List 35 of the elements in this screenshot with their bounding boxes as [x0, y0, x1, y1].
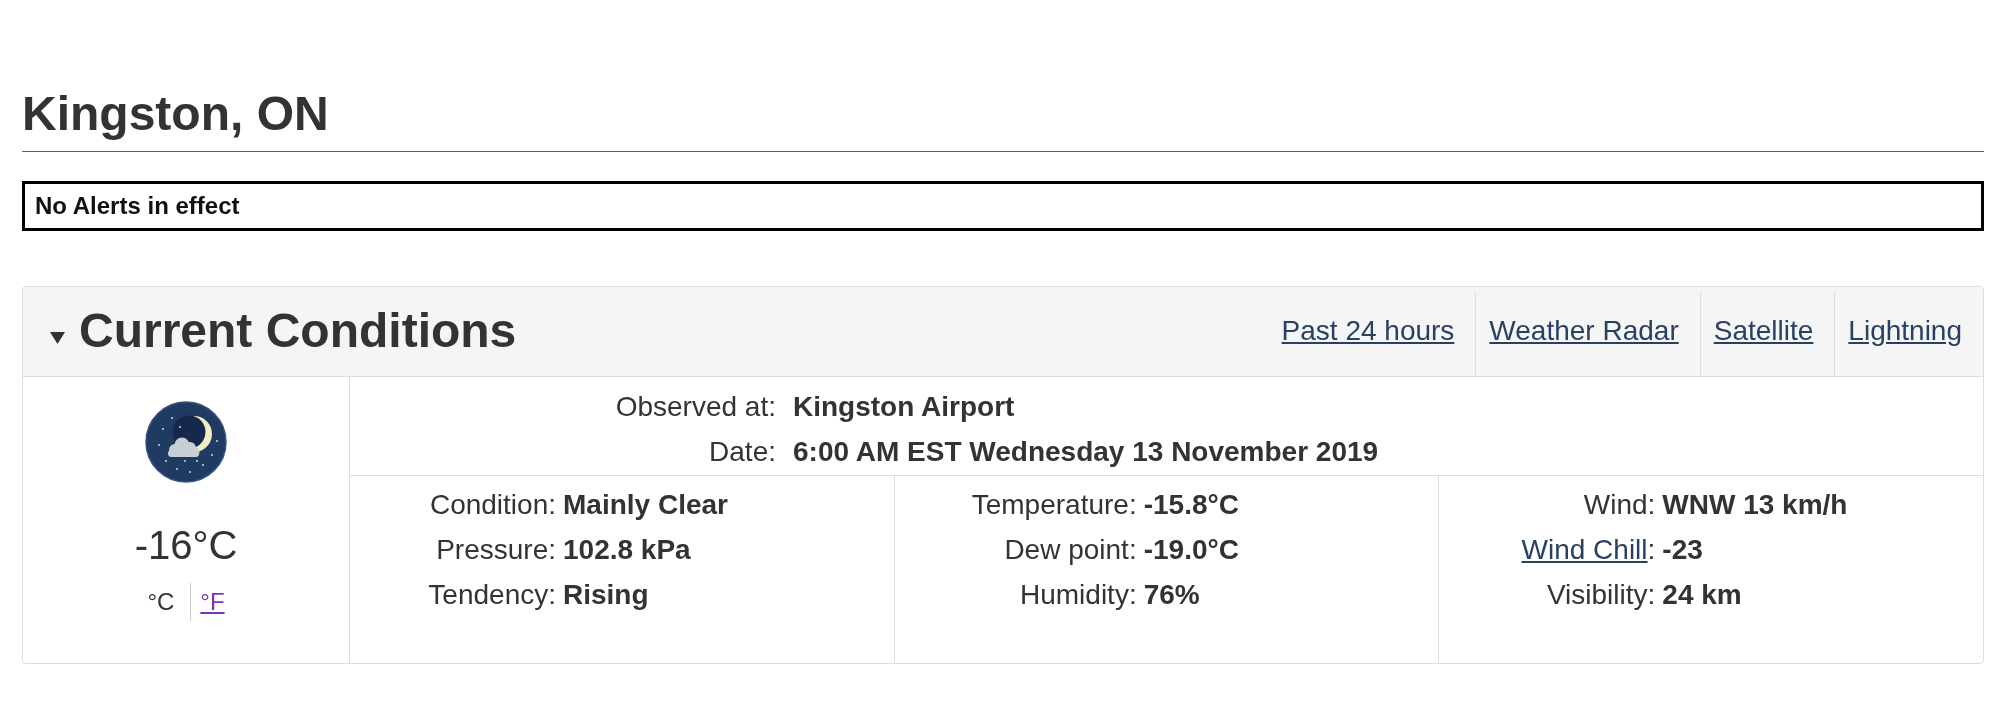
- observation-value: -19.0°C: [1143, 532, 1239, 567]
- observation-label: Tendency:: [428, 577, 556, 612]
- page-title: Kingston, ON: [22, 88, 329, 141]
- label-colon: :: [1647, 532, 1656, 567]
- panel-title: Current Conditions: [79, 304, 517, 358]
- observation-value: -23: [1662, 532, 1703, 567]
- caret-icon[interactable]: [50, 332, 65, 345]
- observation-value: WNW 13 km/h: [1662, 487, 1848, 522]
- moon-cloud-icon: [145, 400, 227, 483]
- alert-text: No Alerts in effect: [35, 190, 240, 220]
- station-value: 6:00 AM EST Wednesday 13 November 2019: [793, 434, 1379, 469]
- observation-value: 102.8 kPa: [563, 532, 691, 567]
- observation-value: Mainly Clear: [563, 487, 728, 522]
- observation-label: Dew point:: [1004, 532, 1137, 567]
- observation-label: Wind:: [1583, 487, 1656, 522]
- observation-value: 24 km: [1662, 577, 1742, 612]
- observation-value: 76%: [1143, 577, 1200, 612]
- header-link[interactable]: Past 24 hours: [1281, 314, 1455, 348]
- observation-label: Visibility:: [1546, 577, 1656, 612]
- observation-label: Condition:: [429, 487, 556, 522]
- observation-value: -15.8°C: [1143, 487, 1239, 522]
- observation-label: Pressure:: [436, 532, 556, 567]
- header-link[interactable]: Lightning: [1848, 314, 1962, 348]
- unit-link[interactable]: °F: [200, 587, 225, 615]
- station-label: Date:: [709, 435, 776, 467]
- header-link[interactable]: Weather Radar: [1489, 314, 1679, 348]
- label-link[interactable]: Wind Chill: [1521, 533, 1648, 565]
- observation-label: Temperature:: [971, 487, 1137, 522]
- station-label: Observed at:: [615, 390, 776, 422]
- header-link[interactable]: Satellite: [1713, 314, 1814, 348]
- observation-value: Rising: [563, 577, 649, 612]
- station-value: Kingston Airport: [793, 389, 1015, 424]
- observation-label: Humidity:: [1019, 577, 1137, 612]
- unit-label: °C: [147, 587, 175, 615]
- current-temperature: -16°C: [134, 521, 238, 569]
